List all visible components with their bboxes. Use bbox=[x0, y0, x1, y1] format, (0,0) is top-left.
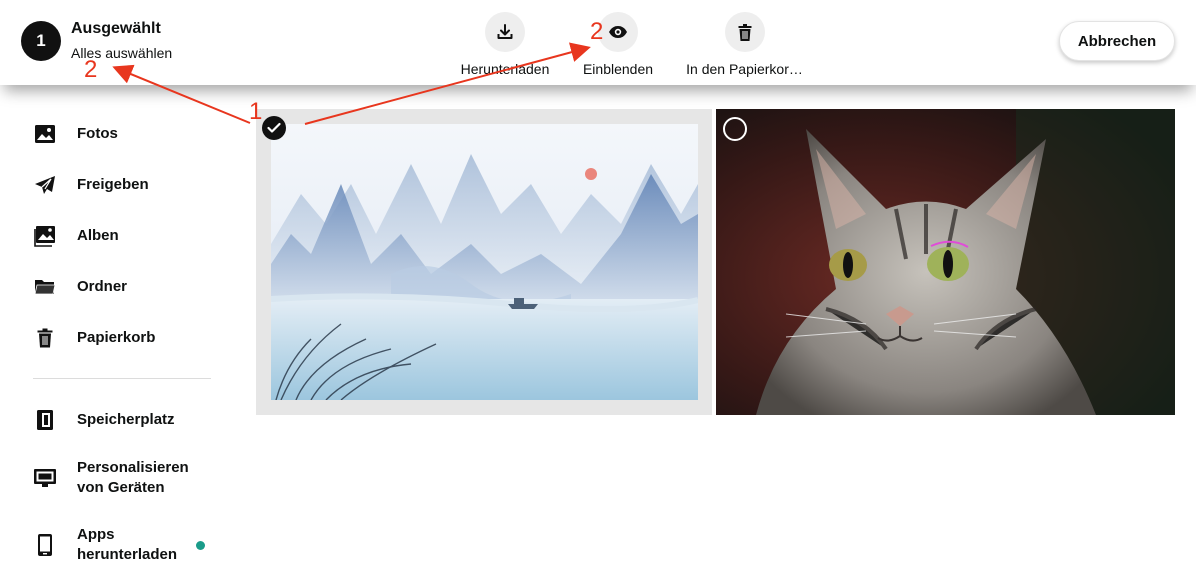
sidebar-item-label: Apps herunterladen bbox=[77, 525, 177, 565]
sidebar-item-label: Papierkorb bbox=[77, 329, 156, 346]
selection-title: Ausgewählt bbox=[71, 20, 161, 37]
storage-icon bbox=[33, 408, 57, 432]
sidebar-item-label: Speicherplatz bbox=[77, 411, 175, 428]
sidebar-item-personalize-devices[interactable]: Personalisieren von Geräten bbox=[33, 459, 189, 496]
label-line-2: herunterladen bbox=[77, 546, 178, 563]
photo-tile-cat[interactable] bbox=[716, 109, 1175, 415]
photo-selected-checkbox[interactable] bbox=[262, 116, 286, 140]
unhide-label: Einblenden bbox=[582, 61, 654, 77]
sidebar-item-label: Ordner bbox=[77, 278, 128, 295]
move-to-trash-label: In den Papierkor… bbox=[686, 61, 803, 77]
sidebar-divider bbox=[33, 378, 211, 379]
image-icon bbox=[33, 122, 57, 146]
eye-icon bbox=[598, 12, 638, 52]
move-to-trash-button[interactable]: In den Papierkor… bbox=[684, 12, 805, 77]
sidebar-item-storage[interactable]: Speicherplatz bbox=[33, 408, 175, 432]
sidebar-item-trash[interactable]: Papierkorb bbox=[33, 326, 155, 350]
sidebar-item-photos[interactable]: Fotos bbox=[33, 122, 118, 146]
sidebar-item-albums[interactable]: Alben bbox=[33, 224, 119, 248]
sidebar-item-share[interactable]: Freigeben bbox=[33, 173, 149, 197]
selected-count-badge: 1 bbox=[21, 21, 61, 61]
cat-image bbox=[716, 109, 1175, 415]
phone-icon bbox=[33, 533, 57, 557]
sidebar-item-folders[interactable]: Ordner bbox=[33, 275, 127, 299]
trash-icon bbox=[33, 326, 57, 350]
monitor-icon bbox=[33, 466, 57, 490]
label-line-2: von Geräten bbox=[77, 479, 165, 496]
label-line-1: Personalisieren bbox=[77, 459, 189, 476]
landscape-image bbox=[271, 124, 698, 400]
annotation-number: 2 bbox=[84, 56, 98, 83]
download-button[interactable]: Herunterladen bbox=[459, 12, 551, 77]
sidebar-item-download-apps[interactable]: Apps herunterladen bbox=[33, 526, 177, 563]
trash-icon bbox=[724, 12, 765, 52]
folder-icon bbox=[33, 275, 57, 299]
label-line-1: Apps bbox=[77, 526, 115, 543]
paper-plane-icon bbox=[33, 173, 57, 197]
annotation-number: 2 bbox=[590, 18, 604, 45]
album-icon bbox=[33, 224, 57, 248]
sidebar-item-label: Fotos bbox=[77, 125, 118, 142]
photo-unselected-checkbox[interactable] bbox=[723, 117, 747, 141]
cancel-button[interactable]: Abbrechen bbox=[1059, 21, 1175, 61]
photo-tile-landscape[interactable] bbox=[256, 109, 712, 415]
sidebar-item-label: Freigeben bbox=[77, 176, 149, 193]
download-label: Herunterladen bbox=[460, 61, 550, 77]
download-icon bbox=[485, 12, 525, 52]
annotation-number: 1 bbox=[249, 98, 263, 125]
sidebar-item-label: Alben bbox=[77, 227, 119, 244]
new-indicator-dot bbox=[196, 541, 205, 550]
sidebar-item-label: Personalisieren von Geräten bbox=[77, 458, 189, 498]
